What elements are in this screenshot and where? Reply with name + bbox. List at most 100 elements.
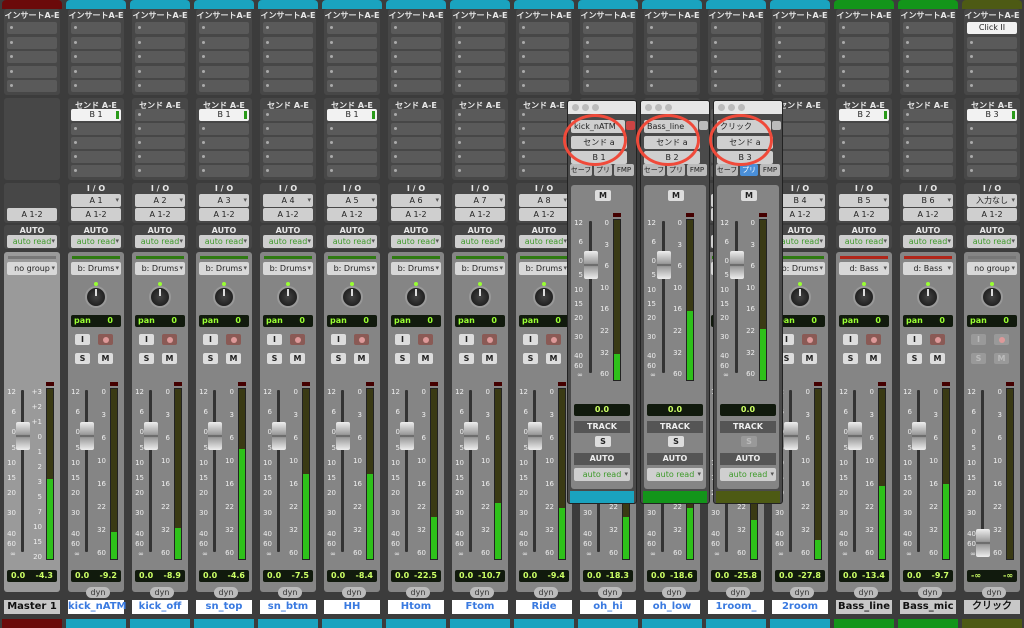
pre-button[interactable]: プリ (740, 164, 758, 176)
input-monitor-button[interactable]: I (331, 334, 346, 345)
track-name[interactable]: Ride (516, 600, 572, 614)
send-slot[interactable]: B 1 (71, 109, 121, 121)
group-selector[interactable]: b: Drums (263, 262, 313, 275)
mute-button[interactable]: M (930, 353, 945, 364)
volume-fader[interactable] (528, 422, 542, 451)
send-output-selector[interactable]: B 2 (644, 151, 700, 164)
send-slot[interactable] (839, 165, 889, 177)
input-monitor-button[interactable]: I (907, 334, 922, 345)
insert-slot[interactable] (967, 36, 1017, 49)
input-monitor-button[interactable]: I (139, 334, 154, 345)
send-slot[interactable] (967, 151, 1017, 163)
window-control-icon[interactable] (728, 104, 735, 111)
pre-button[interactable]: プリ (667, 164, 685, 176)
mute-button[interactable]: M (994, 353, 1009, 364)
mute-button[interactable]: M (802, 353, 817, 364)
pan-display[interactable]: pan 0 (519, 315, 569, 327)
send-slot[interactable] (903, 137, 953, 149)
send-solo-button[interactable]: S (595, 436, 611, 447)
automation-mode-selector[interactable]: auto read (839, 235, 889, 248)
track-name[interactable]: 2room (772, 600, 828, 614)
automation-mode-selector[interactable]: auto read (135, 235, 185, 248)
track-color-bar-bottom[interactable] (66, 619, 126, 628)
input-monitor-button[interactable]: I (523, 334, 538, 345)
track-selector[interactable]: クリック (717, 120, 771, 133)
dyn-button[interactable]: dyn (342, 587, 366, 598)
send-slot[interactable] (71, 151, 121, 163)
send-slot[interactable] (263, 151, 313, 163)
mute-button[interactable]: M (162, 353, 177, 364)
insert-slot[interactable] (583, 65, 633, 78)
group-selector[interactable]: b: Drums (455, 262, 505, 275)
track-name[interactable]: kick_off (132, 600, 188, 614)
insert-slot[interactable] (455, 51, 505, 63)
insert-slot[interactable] (903, 80, 953, 92)
volume-fader[interactable] (336, 422, 350, 451)
send-slot[interactable] (455, 137, 505, 149)
track-name[interactable]: sn_btm (260, 600, 316, 614)
input-selector[interactable]: A 7 (455, 194, 505, 207)
track-name[interactable]: Ftom (452, 600, 508, 614)
track-color-bar-bottom[interactable] (706, 619, 766, 628)
volume-fader[interactable] (730, 251, 744, 280)
send-output-selector[interactable]: B 3 (717, 151, 773, 164)
automation-mode-selector[interactable]: auto read (327, 235, 377, 248)
insert-slot[interactable] (583, 80, 633, 92)
insert-slot[interactable] (967, 51, 1017, 63)
insert-slot[interactable] (583, 36, 633, 49)
send-slot[interactable] (327, 151, 377, 163)
insert-slot[interactable] (263, 36, 313, 49)
record-arm-button[interactable] (930, 334, 945, 345)
group-selector[interactable]: d: Bass (839, 262, 889, 275)
track-color-bar[interactable] (258, 0, 318, 9)
send-mute-button[interactable]: M (668, 190, 684, 201)
mute-button[interactable]: M (546, 353, 561, 364)
send-slot[interactable] (327, 137, 377, 149)
insert-slot[interactable] (135, 22, 185, 34)
volume-fader[interactable] (16, 422, 30, 451)
input-selector[interactable]: A 6 (391, 194, 441, 207)
track-color-bar-bottom[interactable] (194, 619, 254, 628)
solo-button[interactable]: S (139, 353, 154, 364)
track-color-bar[interactable] (834, 0, 894, 9)
clip-indicator[interactable] (46, 382, 54, 386)
track-name[interactable]: HH (324, 600, 380, 614)
record-arm-button[interactable] (546, 334, 561, 345)
send-slot[interactable] (71, 165, 121, 177)
volume-fader[interactable] (657, 251, 671, 280)
volume-fader[interactable] (400, 422, 414, 451)
insert-slot[interactable] (391, 51, 441, 63)
send-slot[interactable] (391, 151, 441, 163)
automation-mode-selector[interactable]: auto read (391, 235, 441, 248)
insert-slot[interactable]: Click II (967, 22, 1017, 34)
send-slot[interactable] (199, 137, 249, 149)
dyn-button[interactable]: dyn (790, 587, 814, 598)
input-selector[interactable]: B 5 (839, 194, 889, 207)
send-slot[interactable] (903, 123, 953, 135)
insert-slot[interactable] (263, 51, 313, 63)
insert-slot[interactable] (327, 22, 377, 34)
pan-display[interactable]: pan 0 (199, 315, 249, 327)
automation-mode-selector[interactable]: auto read (967, 235, 1017, 248)
output-selector[interactable]: A 1-2 (455, 208, 505, 221)
solo-button[interactable]: S (75, 353, 90, 364)
send-slot[interactable] (263, 165, 313, 177)
send-slot[interactable] (135, 151, 185, 163)
insert-slot[interactable] (455, 36, 505, 49)
pan-knob[interactable] (277, 286, 299, 308)
insert-slot[interactable] (71, 65, 121, 78)
track-name[interactable]: oh_hi (580, 600, 636, 614)
track-name[interactable]: kick_nATM (68, 600, 127, 614)
track-color-bar-bottom[interactable] (386, 619, 446, 628)
insert-slot[interactable] (327, 65, 377, 78)
track-color-bar[interactable] (578, 0, 638, 9)
input-selector[interactable]: A 8 (519, 194, 569, 207)
output-selector[interactable]: A 1-2 (199, 208, 249, 221)
clip-indicator[interactable] (302, 382, 310, 386)
window-control-icon[interactable] (592, 104, 599, 111)
insert-slot[interactable] (903, 65, 953, 78)
send-slot[interactable] (519, 165, 569, 177)
insert-slot[interactable] (199, 80, 249, 92)
fmp-button[interactable]: FMP (760, 164, 780, 176)
mute-button[interactable]: M (418, 353, 433, 364)
